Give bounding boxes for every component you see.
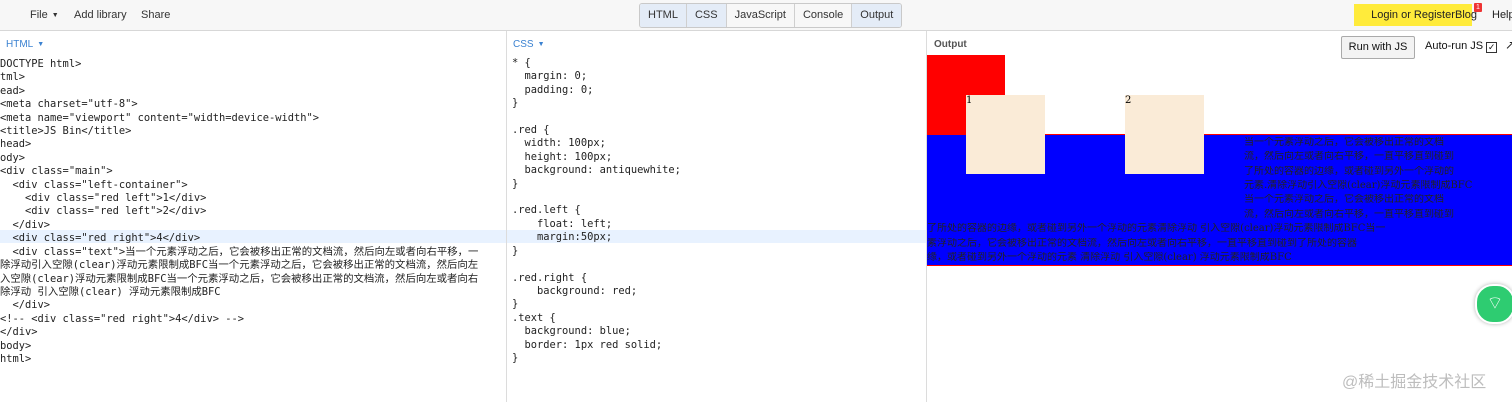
- code-line: float: left;: [512, 217, 613, 230]
- code-line: </div>: [0, 326, 38, 339]
- help-link[interactable]: Help: [1492, 9, 1512, 21]
- code-line: DOCTYPE html>: [0, 58, 82, 70]
- html-panel: HTML ▼ DOCTYPE html> tml> ead> <meta charset…: [0, 31, 507, 402]
- code-line: background: red;: [512, 284, 638, 297]
- code-line: padding: 0;: [512, 83, 594, 96]
- output-text-line: 了所处的容器的边缘，或者碰到另外一个浮动的元素清除浮动 引入空隙(clear)浮…: [927, 223, 1386, 234]
- css-code-editor[interactable]: * { margin: 0; padding: 0;} .red { width…: [512, 57, 681, 365]
- code-line: * {: [512, 57, 531, 69]
- html-label-text: HTML: [6, 39, 34, 50]
- code-line: tml>: [0, 71, 26, 84]
- html-code-editor[interactable]: DOCTYPE html> tml> ead> <meta charset="utf-…: [0, 58, 478, 366]
- code-line: body>: [0, 339, 32, 352]
- code-line: width: 100px;: [512, 137, 606, 150]
- code-line: ead>: [0, 84, 26, 97]
- file-menu[interactable]: File ▼: [30, 9, 59, 21]
- box-1-label: 1: [966, 95, 973, 106]
- output-text-line: 流，然后向左或者向右平移，一直平移直到碰到: [1244, 208, 1454, 220]
- code-line: head>: [0, 138, 32, 151]
- code-line: margin:50px;: [512, 231, 613, 244]
- panel-tabs: HTML CSS JavaScript Console Output: [639, 3, 903, 28]
- file-menu-label: File: [30, 9, 48, 21]
- float-box-1: 1: [966, 95, 1045, 174]
- chevron-down-icon: ▼: [37, 41, 45, 48]
- css-label-text: CSS: [513, 39, 534, 50]
- code-line: <!-- <div class="red right">4</div> -->: [0, 312, 244, 325]
- code-line: <div class="red right">4</div>: [0, 232, 201, 245]
- code-line: <div class="red left">1</div>: [0, 192, 207, 205]
- code-line: <title>JS Bin</title>: [0, 125, 132, 138]
- code-line: height: 100px;: [512, 150, 613, 163]
- output-panel-label: Output: [934, 39, 967, 50]
- code-line: 入空隙(clear)浮动元素限制成BFC当一个元素浮动之后，它会被移出正常的文档…: [0, 272, 479, 285]
- code-line: html>: [0, 352, 32, 365]
- code-line: .text {: [512, 311, 556, 324]
- output-text-line: 素浮动之后，它会被移出正常的文档流，然后向左或者向右平移，一直平移直到碰到了所处…: [927, 237, 1357, 249]
- output-text-line: 元素.清除浮动引入空隙(clear)浮动元素限制成BFC: [1244, 179, 1473, 191]
- code-line: <div class="main">: [0, 165, 113, 178]
- wifi-icon[interactable]: ⌔: [1475, 284, 1512, 324]
- output-text-line: 了所处的容器的边缘，或者碰到另外一个浮动的: [1244, 165, 1454, 177]
- code-line: 除浮动 引入空隙(clear) 浮动元素限制成BFC: [0, 285, 221, 298]
- code-line: border: 1px red solid;: [512, 338, 663, 351]
- code-line: }: [512, 177, 519, 190]
- tab-css[interactable]: CSS: [686, 4, 727, 27]
- code-line: }: [512, 298, 519, 311]
- code-line: <div class="red left">2</div>: [0, 205, 207, 218]
- tab-console[interactable]: Console: [794, 4, 853, 27]
- code-line: ody>: [0, 151, 26, 164]
- code-line: background: antiquewhite;: [512, 164, 681, 177]
- html-panel-label[interactable]: HTML ▼: [6, 39, 44, 50]
- code-line: background: blue;: [512, 325, 631, 338]
- output-panel: Output Run with JS Auto-run JS ✓ ↗ 当一个元素浮…: [927, 31, 1512, 402]
- code-line: .red.left {: [512, 204, 581, 217]
- code-line: .red.right {: [512, 271, 588, 284]
- css-panel: CSS ▼ * { margin: 0; padding: 0;} .red { …: [507, 31, 927, 402]
- float-box-2: 2: [1125, 95, 1204, 174]
- chevron-down-icon: ▼: [537, 41, 545, 48]
- output-preview: 当一个元素浮动之后，它会被移出正常的文档 流，然后向左或者向右平移，一直平移直到碰…: [927, 55, 1512, 402]
- tab-html[interactable]: HTML: [640, 4, 687, 27]
- output-text-line: 当一个元素浮动之后，它会被移出正常的文档: [1244, 137, 1444, 148]
- blog-badge: 1: [1474, 3, 1482, 12]
- code-line: <div class="left-container">: [0, 178, 188, 191]
- code-line: <div class="text">当一个元素浮动之后，它会被移出正常的文档流，…: [0, 245, 479, 258]
- watermark: @稀土掘金技术社区: [1342, 374, 1487, 391]
- add-library-button[interactable]: Add library: [74, 9, 127, 21]
- share-button[interactable]: Share: [141, 9, 170, 21]
- chevron-down-icon: ▼: [51, 12, 59, 19]
- autorun-toggle[interactable]: Auto-run JS ✓: [1425, 40, 1498, 53]
- output-text-line: 流，然后向左或者向右平移，一直平移直到碰到: [1244, 151, 1454, 163]
- code-line: </div>: [0, 218, 51, 231]
- css-panel-label[interactable]: CSS ▼: [513, 39, 545, 50]
- code-line: }: [512, 97, 519, 110]
- output-text-line: 缘，或者碰到另外一个浮动的元素 清除浮动 引入空隙(clear) 浮动元素限制成…: [927, 252, 1292, 264]
- code-line: }: [512, 244, 519, 257]
- code-line: </div>: [0, 299, 51, 312]
- autorun-checkbox[interactable]: ✓: [1486, 42, 1498, 53]
- code-line: .red {: [512, 124, 550, 137]
- code-line: margin: 0;: [512, 70, 588, 83]
- output-text-line: 当一个元素浮动之后，它会被移出正常的文档: [1244, 194, 1444, 206]
- top-bar: File ▼ Add library Share HTML CSS JavaScr…: [0, 0, 1512, 31]
- code-line: <meta charset="utf-8">: [0, 98, 138, 111]
- code-line: 除浮动引入空隙(clear)浮动元素限制成BFC当一个元素浮动之后，它会被移出正…: [0, 259, 479, 272]
- autorun-label: Auto-run JS: [1425, 40, 1484, 52]
- popout-arrow-icon[interactable]: ↗: [1505, 38, 1512, 52]
- code-line: }: [512, 351, 519, 364]
- box-2-label: 2: [1125, 95, 1132, 106]
- tab-javascript[interactable]: JavaScript: [726, 4, 795, 27]
- tab-output[interactable]: Output: [852, 4, 902, 27]
- code-line: <meta name="viewport" content="width=dev…: [0, 111, 320, 124]
